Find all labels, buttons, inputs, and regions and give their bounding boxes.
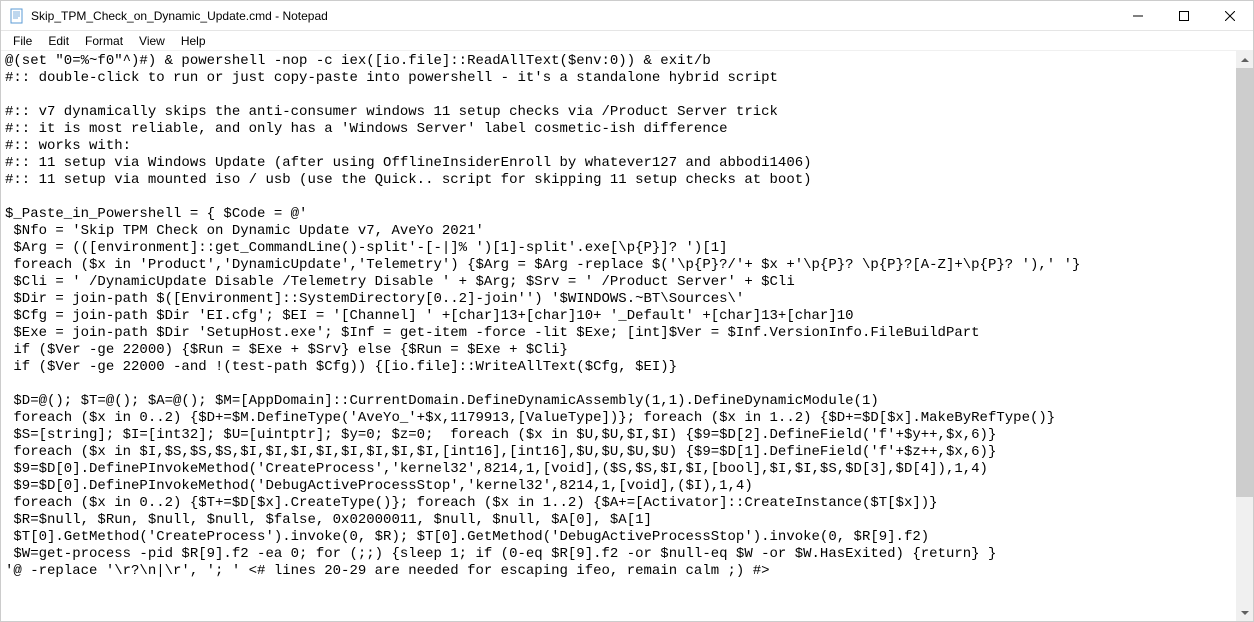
- menu-view[interactable]: View: [131, 32, 173, 50]
- menu-format[interactable]: Format: [77, 32, 131, 50]
- close-button[interactable]: [1207, 1, 1253, 31]
- notepad-icon: [9, 8, 25, 24]
- window-title: Skip_TPM_Check_on_Dynamic_Update.cmd - N…: [31, 9, 1115, 23]
- editor-area: @(set "0=%~f0"^)#) & powershell -nop -c …: [1, 51, 1253, 621]
- titlebar: Skip_TPM_Check_on_Dynamic_Update.cmd - N…: [1, 1, 1253, 31]
- maximize-button[interactable]: [1161, 1, 1207, 31]
- window-controls: [1115, 1, 1253, 30]
- scroll-track[interactable]: [1236, 68, 1253, 604]
- menu-file[interactable]: File: [5, 32, 40, 50]
- text-editor[interactable]: @(set "0=%~f0"^)#) & powershell -nop -c …: [1, 51, 1236, 621]
- scroll-down-arrow[interactable]: [1236, 604, 1253, 621]
- menu-help[interactable]: Help: [173, 32, 214, 50]
- menu-edit[interactable]: Edit: [40, 32, 77, 50]
- scroll-thumb[interactable]: [1236, 68, 1253, 497]
- minimize-button[interactable]: [1115, 1, 1161, 31]
- vertical-scrollbar[interactable]: [1236, 51, 1253, 621]
- menubar: File Edit Format View Help: [1, 31, 1253, 51]
- scroll-up-arrow[interactable]: [1236, 51, 1253, 68]
